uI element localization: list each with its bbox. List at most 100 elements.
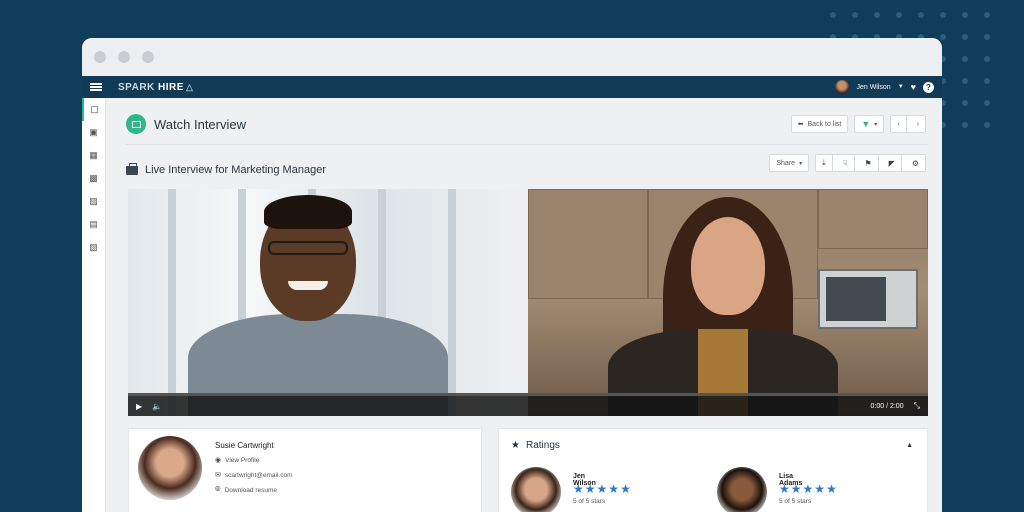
video-pane-candidate [528, 189, 928, 416]
people-icon: ▩ [89, 173, 98, 183]
star-icon: ★ [802, 482, 814, 496]
section-title: Live Interview for Marketing Manager [145, 164, 326, 176]
decorative-dot [984, 100, 990, 106]
view-profile-link[interactable]: ◉ View Profile [215, 456, 260, 465]
video-progress-bar[interactable] [128, 393, 928, 396]
sidebar-item-video-interviews[interactable]: ▢ [82, 98, 105, 121]
thumbs-down-icon[interactable]: ☟ [837, 155, 855, 171]
eye-icon: ◉ [215, 457, 222, 464]
decorative-dot [940, 34, 946, 40]
star-icon: ★ [584, 482, 596, 496]
lock-icon[interactable]: ◤ [883, 155, 902, 171]
view-profile-label: View Profile [225, 456, 260, 464]
rater-avatar [717, 467, 767, 512]
sidebar-item-integrations[interactable]: ▧ [82, 236, 105, 259]
collapse-icon[interactable]: ▲ [906, 442, 913, 449]
decorative-dot [962, 122, 968, 128]
time-current: 0:00 [870, 402, 885, 410]
main-content: Watch Interview ⬅ Back to list ▼ ▾ ‹ › L… [106, 98, 942, 512]
ratings-panel: ★ Ratings ▲ Jen Wilson ★ ★ ★ ★ ★ 5 of 5 star… [498, 428, 928, 512]
help-icon[interactable]: ? [923, 81, 934, 93]
sidebar-item-jobs[interactable]: ▣ [82, 121, 105, 144]
plug-icon: ▧ [89, 242, 98, 252]
calendar-icon: ▦ [89, 150, 98, 160]
user-name[interactable]: Jen Wilson [856, 84, 890, 91]
decorative-dot [874, 12, 880, 18]
briefcase-icon: ▣ [89, 127, 98, 137]
video-player[interactable]: ▶ 🔈 0:00 / 2:00 ⤡ [128, 189, 928, 416]
decorative-dot [984, 56, 990, 62]
decorative-dot [962, 56, 968, 62]
settings-icon[interactable]: ⚙ [906, 155, 925, 171]
star-icon: ★ [573, 482, 584, 496]
back-to-list-label: Back to list [807, 120, 842, 128]
video-icon: ▢ [90, 104, 99, 114]
email-link[interactable]: ✉ scartwright@email.com [215, 471, 293, 480]
time-separator: / [886, 402, 889, 410]
sidebar: ▢ ▣ ▦ ▩ ▨ ▤ ▧ [82, 98, 106, 512]
rater-avatar [511, 467, 561, 512]
star-icon: ★ [596, 482, 608, 496]
download-circle-icon: ⦾ [215, 486, 221, 493]
back-to-list-button[interactable]: ⬅ Back to list [790, 115, 849, 133]
sidebar-item-calendar[interactable]: ▦ [82, 144, 105, 167]
sidebar-item-candidates[interactable]: ▩ [82, 167, 105, 190]
star-icon: ★ [814, 482, 826, 496]
window-dot-close[interactable] [94, 51, 106, 63]
star-icon: ★ [826, 482, 837, 496]
rating-summary: 5 of 5 stars [779, 498, 812, 505]
share-button[interactable]: Share ▾ [769, 154, 810, 172]
filter-button[interactable]: ▼ ▾ [854, 115, 885, 133]
sidebar-item-library[interactable]: ▨ [82, 190, 105, 213]
action-buttons: ⤓ ☟ ⚑ ◤ ⚙ [815, 154, 926, 172]
app-header: SPARK HIRE △ Jen Wilson ▼ ♥ ? [82, 76, 942, 98]
candidate-avatar [138, 436, 202, 500]
user-avatar[interactable] [835, 80, 850, 94]
folder-icon: ▨ [89, 196, 98, 206]
download-resume-link[interactable]: ⦾ Download resume [215, 486, 277, 494]
decorative-dot [962, 100, 968, 106]
sidebar-item-reports[interactable]: ▤ [82, 213, 105, 236]
chevron-down-icon: ▾ [874, 121, 878, 128]
decorative-dot [940, 12, 946, 18]
window-dot-maximize[interactable] [142, 51, 154, 63]
video-time: 0:00 / 2:00 [870, 403, 903, 410]
next-button[interactable]: › [911, 116, 925, 132]
decorative-dot [984, 12, 990, 18]
spark-hire-logo[interactable]: SPARK HIRE △ [118, 82, 193, 93]
star-icon: ★ [779, 482, 790, 496]
heart-icon[interactable]: ♥ [911, 82, 916, 92]
envelope-icon: ✉ [215, 472, 221, 479]
star-icon: ★ [511, 440, 520, 451]
decorative-dot [962, 78, 968, 84]
decorative-dot [896, 12, 902, 18]
star-icon: ★ [620, 482, 631, 496]
previous-button[interactable]: ‹ [891, 116, 907, 132]
fullscreen-icon[interactable]: ⤡ [914, 401, 920, 411]
share-label: Share [776, 159, 796, 167]
watch-interview-icon [126, 114, 146, 134]
chevron-down-icon[interactable]: ▼ [898, 84, 904, 90]
star-icon: ★ [608, 482, 620, 496]
window-dot-minimize[interactable] [118, 51, 130, 63]
browser-window: SPARK HIRE △ Jen Wilson ▼ ♥ ? ▢ ▣ ▦ ▩ ▨ ▤… [82, 38, 942, 512]
window-chrome [82, 38, 942, 76]
play-icon[interactable]: ▶ [136, 402, 142, 411]
star-rating: ★ ★ ★ ★ ★ [779, 483, 837, 495]
divider [126, 144, 928, 145]
chevron-down-icon: ▾ [799, 160, 803, 167]
decorative-dot [918, 12, 924, 18]
time-total: 2:00 [889, 402, 904, 410]
chart-icon: ▤ [89, 219, 98, 229]
decorative-dot [962, 34, 968, 40]
flame-icon: △ [185, 81, 194, 92]
decorative-dot [830, 12, 836, 18]
download-icon[interactable]: ⤓ [816, 155, 833, 171]
tag-icon[interactable]: ⚑ [859, 155, 879, 171]
briefcase-icon [126, 162, 138, 175]
menu-icon[interactable] [90, 83, 102, 91]
decorative-dot [852, 12, 858, 18]
download-resume-label: Download resume [224, 486, 277, 494]
volume-icon[interactable]: 🔈 [152, 402, 162, 411]
candidate-card: Susie Cartwright ◉ View Profile ✉ scartw… [128, 428, 482, 512]
